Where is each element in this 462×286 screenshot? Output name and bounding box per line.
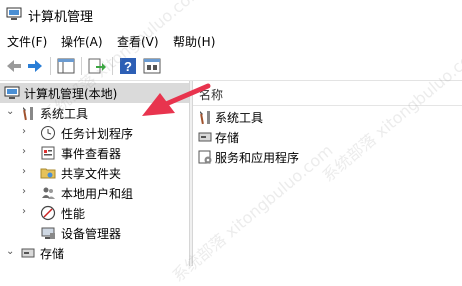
users-icon <box>42 187 55 199</box>
help-icon[interactable]: ? <box>118 56 138 76</box>
menu-help[interactable]: 帮助(H) <box>173 33 215 50</box>
chevron-down-icon[interactable]: ⌄ <box>6 107 16 117</box>
tree-item-label: 计算机管理(本地) <box>24 87 118 101</box>
results-pane: 名称 系统工具 存储 服务和应用程序 <box>193 81 462 266</box>
toolbar-separator <box>50 57 51 75</box>
tree-item-label: 设备管理器 <box>61 227 122 241</box>
tree-item-label: 共享文件夹 <box>61 167 122 181</box>
event-log-icon <box>41 146 55 160</box>
properties-icon[interactable] <box>142 56 162 76</box>
show-hide-tree-icon[interactable] <box>56 56 76 76</box>
toolbar-separator <box>112 57 113 75</box>
tree-item-shared-folders[interactable]: › 共享文件夹 <box>0 163 189 183</box>
chevron-right-icon[interactable]: › <box>22 207 32 217</box>
title-bar: 计算机管理 <box>0 0 462 30</box>
tools-icon <box>200 111 210 125</box>
svg-text:?: ? <box>124 59 132 74</box>
chevron-right-icon[interactable]: › <box>22 147 32 157</box>
storage-icon <box>21 248 35 258</box>
tree-item-label: 性能 <box>61 207 86 221</box>
tree-item-device-manager[interactable]: 设备管理器 <box>0 223 189 243</box>
chevron-right-icon[interactable]: › <box>22 187 32 197</box>
storage-icon <box>198 132 212 142</box>
tree-item-label: 存储 <box>40 247 65 261</box>
tree-item-label: 事件查看器 <box>61 147 122 161</box>
clock-icon <box>41 126 55 140</box>
forward-icon[interactable] <box>25 56 45 76</box>
shared-folder-icon <box>40 168 56 179</box>
list-item-label: 系统工具 <box>215 111 264 125</box>
computer-management-icon <box>6 7 22 20</box>
toolbar-separator <box>81 57 82 75</box>
computer-management-icon <box>4 86 20 99</box>
chevron-down-icon[interactable]: ⌄ <box>6 247 16 257</box>
device-manager-icon <box>41 227 55 239</box>
tools-icon <box>23 107 33 121</box>
export-list-icon[interactable] <box>87 56 107 76</box>
services-icon <box>198 150 212 164</box>
tree-item-event-viewer[interactable]: › 事件查看器 <box>0 143 189 163</box>
tree-item-label: 任务计划程序 <box>61 127 134 141</box>
menu-bar: 文件(F) 操作(A) 查看(V) 帮助(H) <box>0 30 462 52</box>
window-title: 计算机管理 <box>28 10 94 25</box>
list-item-label: 服务和应用程序 <box>215 151 300 165</box>
tree-item-task-scheduler[interactable]: › 任务计划程序 <box>0 123 189 143</box>
column-header-name[interactable]: 名称 <box>193 81 462 106</box>
menu-view[interactable]: 查看(V) <box>117 33 159 50</box>
tree-item-root[interactable]: 计算机管理(本地) <box>0 83 189 103</box>
tree-item-label: 系统工具 <box>40 107 89 121</box>
chevron-right-icon[interactable]: › <box>22 167 32 177</box>
column-header-label: 名称 <box>199 88 224 102</box>
menu-action[interactable]: 操作(A) <box>61 33 103 50</box>
tree-item-system-tools[interactable]: ⌄ 系统工具 <box>0 103 189 123</box>
back-icon[interactable] <box>4 56 24 76</box>
tree-item-performance[interactable]: › 性能 <box>0 203 189 223</box>
list-item-label: 存储 <box>215 131 240 145</box>
performance-icon <box>40 205 56 221</box>
tree-item-label: 本地用户和组 <box>61 187 134 201</box>
chevron-right-icon[interactable]: › <box>22 127 32 137</box>
toolbar: ? <box>0 52 462 81</box>
menu-file[interactable]: 文件(F) <box>7 33 47 50</box>
tree-item-storage[interactable]: ⌄ 存储 <box>0 243 189 263</box>
console-tree: 计算机管理(本地) ⌄ 系统工具 › 任务计划程序 › 事件查看器 › 共享文件… <box>0 81 189 266</box>
tree-item-local-users-groups[interactable]: › 本地用户和组 <box>0 183 189 203</box>
